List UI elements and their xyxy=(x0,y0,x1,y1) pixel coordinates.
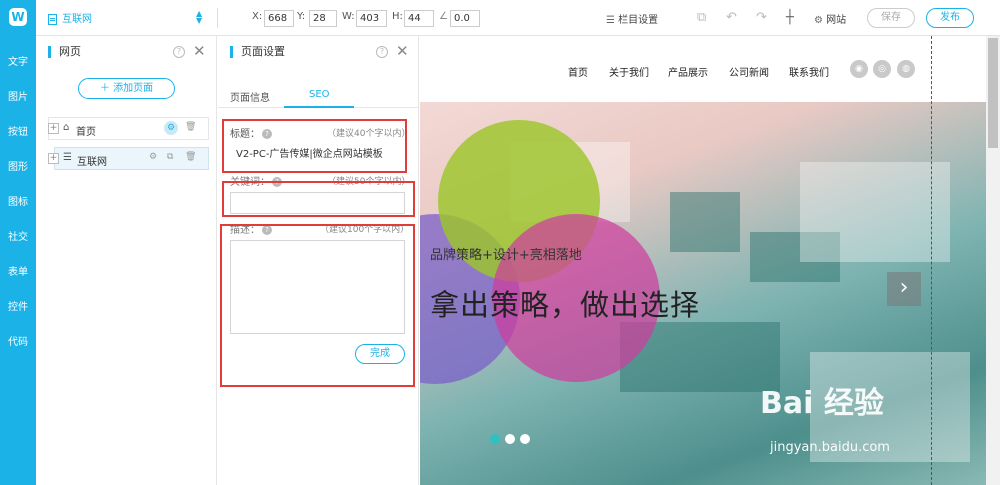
pages-panel: 网页 ? ✕ ＋ 添加页面 + ⌂ 首页 ⚙ 🗑 + ☰ 互联网 ⚙ ⧉ 🗑 xyxy=(36,36,217,485)
page-item-home[interactable]: + ⌂ 首页 ⚙ 🗑 xyxy=(48,117,209,140)
next-slide-button[interactable]: › xyxy=(887,272,921,306)
rotation-icon: ∠ xyxy=(439,11,448,22)
app-logo-icon[interactable]: W xyxy=(9,8,27,26)
y-input[interactable]: 28 xyxy=(309,10,337,27)
active-tab-indicator xyxy=(284,106,354,108)
h-label: H: xyxy=(392,11,403,22)
column-settings-button[interactable]: ☰ 栏目设置 xyxy=(606,11,658,26)
hero-banner: 品牌策略+设计+亮相落地 拿出策略，做出选择 › xyxy=(420,102,986,485)
highlight-box xyxy=(220,224,415,387)
page-settings-icon[interactable]: ⚙ xyxy=(149,152,157,162)
expand-icon[interactable]: + xyxy=(48,153,59,164)
help-icon[interactable]: ? xyxy=(376,46,388,58)
copy-icon[interactable]: ⧉ xyxy=(697,10,706,25)
pages-panel-title: 网页 xyxy=(48,46,81,58)
nav-link-products[interactable]: 产品展示 xyxy=(668,64,708,79)
x-input[interactable]: 668 xyxy=(264,10,294,27)
settings-panel-title: 页面设置 xyxy=(230,46,285,58)
delete-icon[interactable]: 🗑 xyxy=(185,122,196,132)
tab-page-info[interactable]: 页面信息 xyxy=(230,89,270,104)
settings-tabs: 页面信息 SEO xyxy=(218,88,419,108)
page-item-label: 首页 xyxy=(76,127,96,138)
close-icon[interactable]: ✕ xyxy=(396,42,409,60)
slide-dot-2[interactable] xyxy=(505,434,515,444)
vertical-scrollbar[interactable] xyxy=(986,36,1000,485)
document-icon xyxy=(48,13,57,25)
page-item-internet[interactable]: + ☰ 互联网 ⚙ ⧉ 🗑 xyxy=(48,147,209,170)
x-label: X: xyxy=(252,11,263,22)
site-switch-arrows-icon[interactable]: ▲ ▼ xyxy=(196,10,202,25)
undo-icon[interactable]: ↶ xyxy=(726,10,737,25)
nav-link-news[interactable]: 公司新闻 xyxy=(729,64,769,79)
site-name: 互联网 xyxy=(62,14,92,25)
save-button[interactable]: 保存 xyxy=(867,8,915,28)
nav-link-contact[interactable]: 联系我们 xyxy=(789,64,829,79)
page-settings-panel: 页面设置 ? ✕ 页面信息 SEO 标题：? （建议40个字以内） V2-PC-… xyxy=(218,36,419,485)
site-selector[interactable]: 互联网 xyxy=(48,10,92,25)
wechat-icon[interactable]: ◎ xyxy=(873,60,891,78)
delete-icon[interactable]: 🗑 xyxy=(185,152,196,162)
menu-icon: ☰ xyxy=(606,15,615,26)
page-boundary-guide xyxy=(931,36,932,485)
tool-form[interactable]: 表单 xyxy=(0,263,36,278)
page-preview: 首页 关于我们 产品展示 公司新闻 联系我们 ◉ ◎ ◍ 品牌策略+设计+亮相落… xyxy=(420,36,986,485)
nav-link-about[interactable]: 关于我们 xyxy=(609,64,649,79)
tool-image[interactable]: 图片 xyxy=(0,88,36,103)
w-input[interactable]: 403 xyxy=(356,10,387,27)
page-item-label: 互联网 xyxy=(77,157,107,168)
plus-icon: ＋ xyxy=(99,83,110,94)
divider xyxy=(217,8,218,28)
page-settings-icon[interactable]: ⚙ xyxy=(164,121,178,135)
redo-icon[interactable]: ↷ xyxy=(756,10,767,25)
watermark-url: jingyan.baidu.com xyxy=(770,440,890,455)
tab-seo[interactable]: SEO xyxy=(309,89,330,100)
tool-control[interactable]: 控件 xyxy=(0,298,36,313)
gear-icon: ⚙ xyxy=(814,15,823,26)
add-page-button[interactable]: ＋ 添加页面 xyxy=(78,78,175,99)
site-settings-button[interactable]: ⚙ 网站 xyxy=(814,11,846,26)
nav-link-home[interactable]: 首页 xyxy=(568,64,588,79)
tool-button[interactable]: 按钮 xyxy=(0,123,36,138)
expand-icon[interactable]: + xyxy=(48,123,59,134)
home-icon: ⌂ xyxy=(63,122,70,133)
tool-text[interactable]: 文字 xyxy=(0,53,36,68)
close-icon[interactable]: ✕ xyxy=(193,42,206,60)
tool-code[interactable]: 代码 xyxy=(0,333,36,348)
background-shape xyxy=(800,162,950,262)
copy-page-icon[interactable]: ⧉ xyxy=(167,152,173,162)
help-icon[interactable]: ? xyxy=(173,46,185,58)
list-icon: ☰ xyxy=(63,152,72,163)
h-input[interactable]: 44 xyxy=(404,10,434,27)
guide-line-icon[interactable]: ┼ xyxy=(786,10,794,25)
add-page-label: 添加页面 xyxy=(113,83,154,94)
slide-dot-1[interactable] xyxy=(490,434,500,444)
left-toolbar: W 文字 图片 按钮 图形 图标 社交 表单 控件 代码 xyxy=(0,0,36,485)
background-shape xyxy=(670,192,740,252)
weibo-icon[interactable]: ◍ xyxy=(897,60,915,78)
rotation-input[interactable]: 0.0 xyxy=(450,10,480,27)
highlight-box xyxy=(222,119,407,173)
highlight-box xyxy=(222,181,415,217)
watermark-logo: Bai 经验 xyxy=(760,386,884,421)
y-label: Y: xyxy=(297,11,306,22)
hero-subtitle: 品牌策略+设计+亮相落地 xyxy=(430,248,582,263)
tool-social[interactable]: 社交 xyxy=(0,228,36,243)
top-toolbar: 互联网 ▲ ▼ X: 668 Y: 28 W: 403 H: 44 ∠ 0.0 ☰… xyxy=(36,0,1000,36)
tool-icon[interactable]: 图标 xyxy=(0,193,36,208)
slide-dot-3[interactable] xyxy=(520,434,530,444)
tool-shape[interactable]: 图形 xyxy=(0,158,36,173)
site-settings-label: 网站 xyxy=(826,15,847,26)
publish-button[interactable]: 发布 xyxy=(926,8,974,28)
column-settings-label: 栏目设置 xyxy=(618,15,659,26)
qq-icon[interactable]: ◉ xyxy=(850,60,868,78)
hero-title: 拿出策略，做出选择 xyxy=(430,288,701,322)
w-label: W: xyxy=(342,11,355,22)
scrollbar-thumb[interactable] xyxy=(988,38,998,148)
